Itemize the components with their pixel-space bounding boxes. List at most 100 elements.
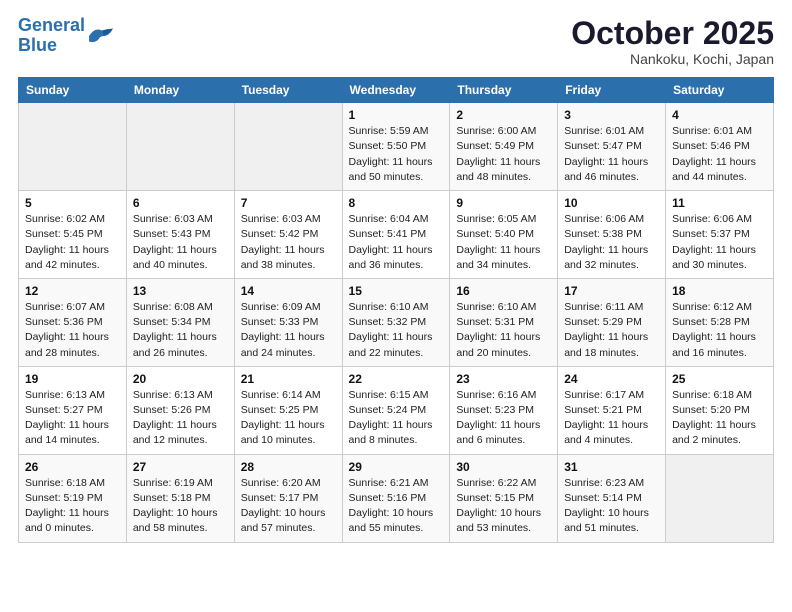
- day-info: Sunrise: 6:01 AM Sunset: 5:47 PM Dayligh…: [564, 124, 659, 185]
- day-number: 5: [25, 196, 120, 210]
- day-info: Sunrise: 6:20 AM Sunset: 5:17 PM Dayligh…: [241, 476, 336, 537]
- day-info: Sunrise: 6:10 AM Sunset: 5:32 PM Dayligh…: [349, 300, 444, 361]
- week-row-5: 26Sunrise: 6:18 AM Sunset: 5:19 PM Dayli…: [19, 454, 774, 542]
- day-number: 11: [672, 196, 767, 210]
- day-info: Sunrise: 6:16 AM Sunset: 5:23 PM Dayligh…: [456, 388, 551, 449]
- weekday-header-sunday: Sunday: [19, 78, 127, 103]
- day-info: Sunrise: 6:12 AM Sunset: 5:28 PM Dayligh…: [672, 300, 767, 361]
- day-number: 12: [25, 284, 120, 298]
- day-number: 28: [241, 460, 336, 474]
- day-cell: 7 Sunrise: 6:03 AM Sunset: 5:42 PM Daylig…: [234, 191, 342, 279]
- day-cell: 9 Sunrise: 6:05 AM Sunset: 5:40 PM Daylig…: [450, 191, 558, 279]
- day-number: 20: [133, 372, 228, 386]
- day-info: Sunrise: 6:04 AM Sunset: 5:41 PM Dayligh…: [349, 212, 444, 273]
- day-info: Sunrise: 6:10 AM Sunset: 5:31 PM Dayligh…: [456, 300, 551, 361]
- day-number: 10: [564, 196, 659, 210]
- day-info: Sunrise: 6:21 AM Sunset: 5:16 PM Dayligh…: [349, 476, 444, 537]
- day-info: Sunrise: 6:18 AM Sunset: 5:20 PM Dayligh…: [672, 388, 767, 449]
- day-number: 2: [456, 108, 551, 122]
- day-cell: 10 Sunrise: 6:06 AM Sunset: 5:38 PM Dayli…: [558, 191, 666, 279]
- logo-text: GeneralBlue: [18, 16, 85, 56]
- day-number: 8: [349, 196, 444, 210]
- day-info: Sunrise: 6:08 AM Sunset: 5:34 PM Dayligh…: [133, 300, 228, 361]
- day-cell: 27 Sunrise: 6:19 AM Sunset: 5:18 PM Dayli…: [126, 454, 234, 542]
- day-number: 22: [349, 372, 444, 386]
- calendar-title: October 2025: [571, 16, 774, 51]
- day-number: 17: [564, 284, 659, 298]
- calendar-container: GeneralBlue October 2025 Nankoku, Kochi,…: [0, 0, 792, 559]
- day-cell: 3 Sunrise: 6:01 AM Sunset: 5:47 PM Daylig…: [558, 103, 666, 191]
- day-number: 30: [456, 460, 551, 474]
- day-number: 7: [241, 196, 336, 210]
- day-cell: [19, 103, 127, 191]
- day-info: Sunrise: 6:22 AM Sunset: 5:15 PM Dayligh…: [456, 476, 551, 537]
- weekday-header-saturday: Saturday: [666, 78, 774, 103]
- day-cell: 23 Sunrise: 6:16 AM Sunset: 5:23 PM Dayli…: [450, 366, 558, 454]
- day-cell: 26Sunrise: 6:18 AM Sunset: 5:19 PM Dayli…: [19, 454, 127, 542]
- day-number: 18: [672, 284, 767, 298]
- day-number: 29: [349, 460, 444, 474]
- day-info: Sunrise: 6:09 AM Sunset: 5:33 PM Dayligh…: [241, 300, 336, 361]
- day-number: 24: [564, 372, 659, 386]
- day-cell: 6Sunrise: 6:03 AM Sunset: 5:43 PM Daylig…: [126, 191, 234, 279]
- day-number: 19: [25, 372, 120, 386]
- day-info: Sunrise: 6:17 AM Sunset: 5:21 PM Dayligh…: [564, 388, 659, 449]
- day-info: Sunrise: 6:19 AM Sunset: 5:18 PM Dayligh…: [133, 476, 228, 537]
- day-info: Sunrise: 6:11 AM Sunset: 5:29 PM Dayligh…: [564, 300, 659, 361]
- day-cell: 29 Sunrise: 6:21 AM Sunset: 5:16 PM Dayli…: [342, 454, 450, 542]
- weekday-header-wednesday: Wednesday: [342, 78, 450, 103]
- day-cell: 13 Sunrise: 6:08 AM Sunset: 5:34 PM Dayli…: [126, 278, 234, 366]
- day-number: 3: [564, 108, 659, 122]
- day-number: 31: [564, 460, 659, 474]
- day-info: Sunrise: 6:13 AM Sunset: 5:26 PM Dayligh…: [133, 388, 228, 449]
- day-info: Sunrise: 6:06 AM Sunset: 5:38 PM Dayligh…: [564, 212, 659, 273]
- day-cell: 11 Sunrise: 6:06 AM Sunset: 5:37 PM Dayli…: [666, 191, 774, 279]
- day-cell: 30 Sunrise: 6:22 AM Sunset: 5:15 PM Dayli…: [450, 454, 558, 542]
- day-cell: 19Sunrise: 6:13 AM Sunset: 5:27 PM Dayli…: [19, 366, 127, 454]
- day-cell: [666, 454, 774, 542]
- day-info: Sunrise: 5:59 AM Sunset: 5:50 PM Dayligh…: [349, 124, 444, 185]
- day-cell: 1 Sunrise: 5:59 AM Sunset: 5:50 PM Daylig…: [342, 103, 450, 191]
- weekday-header-row: SundayMondayTuesdayWednesdayThursdayFrid…: [19, 78, 774, 103]
- day-number: 9: [456, 196, 551, 210]
- day-info: Sunrise: 6:06 AM Sunset: 5:37 PM Dayligh…: [672, 212, 767, 273]
- day-cell: 4 Sunrise: 6:01 AM Sunset: 5:46 PM Daylig…: [666, 103, 774, 191]
- day-number: 1: [349, 108, 444, 122]
- day-info: Sunrise: 6:02 AM Sunset: 5:45 PM Dayligh…: [25, 212, 120, 273]
- day-number: 13: [133, 284, 228, 298]
- title-block: October 2025 Nankoku, Kochi, Japan: [571, 16, 774, 67]
- day-info: Sunrise: 6:03 AM Sunset: 5:42 PM Dayligh…: [241, 212, 336, 273]
- day-cell: 8 Sunrise: 6:04 AM Sunset: 5:41 PM Daylig…: [342, 191, 450, 279]
- day-number: 25: [672, 372, 767, 386]
- calendar-subtitle: Nankoku, Kochi, Japan: [571, 51, 774, 67]
- weekday-header-monday: Monday: [126, 78, 234, 103]
- day-cell: 24 Sunrise: 6:17 AM Sunset: 5:21 PM Dayli…: [558, 366, 666, 454]
- day-number: 4: [672, 108, 767, 122]
- week-row-2: 5 Sunrise: 6:02 AM Sunset: 5:45 PM Daylig…: [19, 191, 774, 279]
- day-info: Sunrise: 6:05 AM Sunset: 5:40 PM Dayligh…: [456, 212, 551, 273]
- day-number: 21: [241, 372, 336, 386]
- day-info: Sunrise: 6:14 AM Sunset: 5:25 PM Dayligh…: [241, 388, 336, 449]
- day-info: Sunrise: 6:03 AM Sunset: 5:43 PM Dayligh…: [133, 212, 228, 273]
- day-cell: 25 Sunrise: 6:18 AM Sunset: 5:20 PM Dayli…: [666, 366, 774, 454]
- day-info: Sunrise: 6:23 AM Sunset: 5:14 PM Dayligh…: [564, 476, 659, 537]
- day-cell: [234, 103, 342, 191]
- day-cell: 20 Sunrise: 6:13 AM Sunset: 5:26 PM Dayli…: [126, 366, 234, 454]
- day-info: Sunrise: 6:01 AM Sunset: 5:46 PM Dayligh…: [672, 124, 767, 185]
- week-row-3: 12Sunrise: 6:07 AM Sunset: 5:36 PM Dayli…: [19, 278, 774, 366]
- day-cell: 17 Sunrise: 6:11 AM Sunset: 5:29 PM Dayli…: [558, 278, 666, 366]
- day-number: 26: [25, 460, 120, 474]
- day-number: 14: [241, 284, 336, 298]
- week-row-1: 1 Sunrise: 5:59 AM Sunset: 5:50 PM Daylig…: [19, 103, 774, 191]
- day-number: 15: [349, 284, 444, 298]
- logo-bird-icon: [87, 25, 115, 47]
- day-number: 27: [133, 460, 228, 474]
- day-info: Sunrise: 6:00 AM Sunset: 5:49 PM Dayligh…: [456, 124, 551, 185]
- day-number: 23: [456, 372, 551, 386]
- day-cell: 31 Sunrise: 6:23 AM Sunset: 5:14 PM Dayli…: [558, 454, 666, 542]
- weekday-header-friday: Friday: [558, 78, 666, 103]
- header: GeneralBlue October 2025 Nankoku, Kochi,…: [18, 16, 774, 67]
- day-cell: [126, 103, 234, 191]
- day-cell: 14 Sunrise: 6:09 AM Sunset: 5:33 PM Dayli…: [234, 278, 342, 366]
- day-cell: 21 Sunrise: 6:14 AM Sunset: 5:25 PM Dayli…: [234, 366, 342, 454]
